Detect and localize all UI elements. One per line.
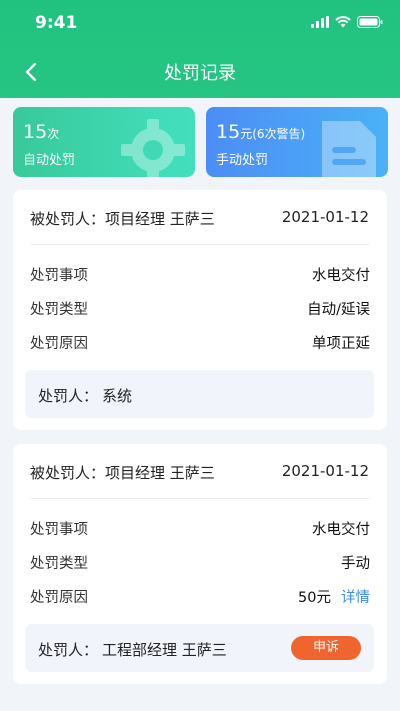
status-bar: 9:41 [0, 0, 400, 46]
divider [30, 498, 370, 499]
row-value: 50元 [298, 590, 331, 606]
row-value: 水电交付 [312, 522, 370, 538]
penalty-record-card[interactable]: 被处罚人：项目经理 王萨三 2021-01-12 处罚事项 水电交付 处罚类型 … [13, 190, 387, 430]
row-key: 处罚类型 [30, 556, 88, 572]
document-icon [322, 121, 376, 177]
punisher-label: 处罚人： [38, 641, 99, 659]
page-title: 处罚记录 [164, 63, 236, 84]
wifi-icon [335, 16, 351, 28]
appeal-button[interactable]: 申诉 [291, 636, 361, 660]
gear-icon [121, 119, 185, 177]
record-row: 处罚原因 单项正延 [30, 332, 370, 352]
auto-label: 自动处罚 [23, 153, 76, 168]
auto-count-unit: 次 [47, 127, 60, 141]
punisher-value: 系统 [102, 387, 133, 405]
manual-amount-value: 15 [216, 121, 241, 143]
record-row: 处罚类型 自动/延误 [30, 298, 370, 318]
punisher-box: 处罚人： 系统 [25, 370, 374, 418]
header: 9:41 处罚记录 [0, 0, 400, 98]
detail-link[interactable]: 详情 [341, 590, 370, 606]
row-key: 处罚原因 [30, 336, 88, 352]
auto-penalty-card[interactable]: 15次 自动处罚 [13, 107, 195, 177]
manual-amount-unit: 元(6次警告) [240, 127, 306, 141]
punisher-label: 处罚人： [38, 387, 99, 405]
record-header: 被处罚人：项目经理 王萨三 2021-01-12 [30, 208, 369, 228]
punisher-value: 工程部经理 王萨三 [102, 641, 227, 659]
battery-icon [357, 16, 383, 28]
penalty-record-card[interactable]: 被处罚人：项目经理 王萨三 2021-01-12 处罚事项 水电交付 处罚类型 … [13, 444, 387, 684]
manual-penalty-card[interactable]: 15元(6次警告) 手动处罚 [206, 107, 388, 177]
auto-count-value: 15 [23, 121, 48, 143]
record-row: 处罚原因 50元 详情 [30, 586, 370, 606]
divider [30, 244, 370, 245]
row-value: 水电交付 [312, 268, 370, 284]
record-row: 处罚事项 水电交付 [30, 518, 370, 538]
manual-amount: 15元(6次警告) [216, 121, 305, 143]
punished-person: 被处罚人：项目经理 王萨三 [30, 210, 215, 228]
row-key: 处罚原因 [30, 590, 88, 606]
row-value: 自动/延误 [307, 302, 370, 318]
punisher-box: 处罚人： 工程部经理 王萨三 申诉 [25, 624, 374, 672]
row-key: 处罚事项 [30, 268, 88, 284]
record-row: 处罚事项 水电交付 [30, 264, 370, 284]
row-key: 处罚类型 [30, 302, 88, 318]
record-date: 2021-01-12 [281, 208, 369, 226]
auto-count: 15次 [23, 121, 59, 143]
record-header: 被处罚人：项目经理 王萨三 2021-01-12 [30, 462, 369, 482]
row-value: 手动 [341, 556, 370, 572]
signal-icon [311, 16, 329, 28]
manual-label: 手动处罚 [216, 153, 269, 168]
status-icons [311, 16, 383, 28]
nav-bar: 处罚记录 [0, 46, 400, 96]
row-value: 单项正延 [312, 336, 370, 352]
record-row: 处罚类型 手动 [30, 552, 370, 572]
punished-person: 被处罚人：项目经理 王萨三 [30, 464, 215, 482]
status-time: 9:41 [35, 13, 78, 33]
record-date: 2021-01-12 [281, 462, 369, 480]
row-key: 处罚事项 [30, 522, 88, 538]
row-value-group: 50元 详情 [298, 586, 370, 607]
